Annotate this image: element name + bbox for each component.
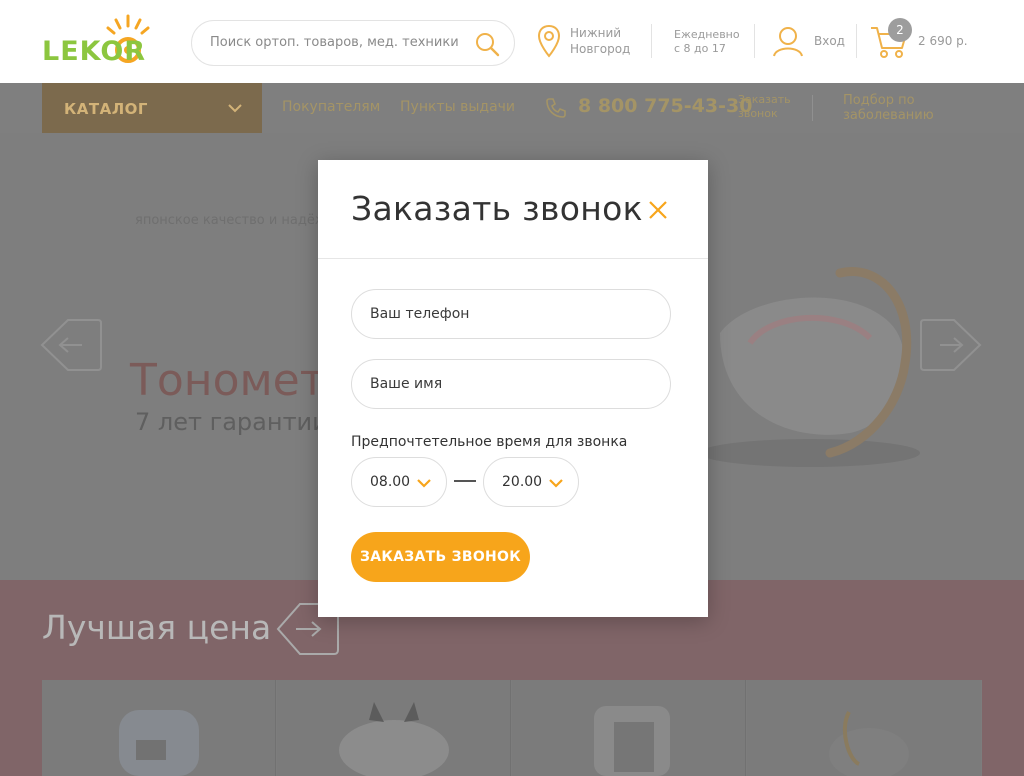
search-input[interactable]: Поиск ортоп. товаров, мед. техники [210,35,459,50]
site-header: LEKOR Поиск ортоп. товаров, мед. техники… [0,0,1024,83]
phone-icon [546,98,566,118]
name-field[interactable] [351,359,671,409]
hours-line-2: с 8 до 17 [674,42,726,55]
product-cards [42,680,982,776]
time-from-select[interactable]: 08.00 [351,457,447,507]
callback-line-1: Заказать [738,93,791,106]
time-from-value: 08.00 [370,474,411,490]
work-hours: Ежедневно с 8 до 17 [674,28,740,56]
pillow-toy-image [338,702,449,776]
time-to-select[interactable]: 20.00 [483,457,579,507]
catalog-button[interactable]: КАТАЛОГ [42,83,262,133]
chevron-down-icon [417,479,431,488]
divider [856,24,857,58]
search-box[interactable]: Поиск ортоп. товаров, мед. техники [191,20,515,66]
disease-selection-link[interactable]: Подбор по заболеванию [843,93,934,123]
login-link[interactable]: Вход [814,34,845,48]
callback-link[interactable]: Заказать звонок [738,93,791,121]
heart-rate-watch-image [118,710,199,776]
callback-modal: Заказать звонок Предпочтетельное время д… [318,160,708,617]
main-nav: КАТАЛОГ Покупателям Пункты выдачи 8 800 … [0,83,1024,133]
time-to-value: 20.00 [502,474,543,490]
chevron-down-icon [228,104,242,113]
product-card[interactable] [512,680,746,776]
city-selector[interactable]: Нижний Новгород [570,25,630,57]
divider [651,24,652,58]
product-card[interactable] [42,680,276,776]
banner-prev-arrow-icon[interactable] [40,319,102,371]
chevron-down-icon [549,479,563,488]
disease-line-2: заболеванию [843,108,934,123]
callback-line-2: звонок [738,107,778,120]
user-icon[interactable] [771,24,805,58]
logo-text: LEKOR [42,36,147,67]
product-card[interactable] [747,680,981,776]
nav-link-customers[interactable]: Покупателям [282,99,380,115]
search-icon[interactable] [474,31,500,57]
tonometer-image [593,706,670,776]
phone-number[interactable]: 8 800 775-43-30 [578,95,752,117]
phone-field[interactable] [351,289,671,339]
divider [754,24,755,58]
name-input[interactable] [352,360,670,408]
modal-header: Заказать звонок [318,160,708,259]
product-card[interactable] [277,680,511,776]
close-icon[interactable] [646,198,670,222]
disease-line-1: Подбор по [843,93,915,108]
banner-warranty: 7 лет гарантии [135,408,328,436]
time-range-dash [454,480,476,482]
submit-callback-button[interactable]: ЗАКАЗАТЬ ЗВОНОК [351,532,530,582]
best-price-title: Лучшая цена [42,608,272,647]
divider [812,95,813,121]
logo[interactable]: LEKOR [42,14,166,68]
cart-count-badge: 2 [888,18,912,42]
nav-link-pickup-points[interactable]: Пункты выдачи [400,99,515,115]
location-pin-icon[interactable] [537,24,561,58]
city-line-1: Нижний [570,26,622,40]
cart-total[interactable]: 2 690 р. [918,34,968,48]
time-label: Предпочтетельное время для звонка [351,434,628,450]
catalog-label: КАТАЛОГ [64,100,148,118]
city-line-2: Новгород [570,42,631,56]
modal-title: Заказать звонок [351,189,643,228]
hours-line-1: Ежедневно [674,28,740,41]
hearing-aid-image [829,711,909,776]
blood-pressure-monitor-image [700,267,920,467]
phone-input[interactable] [352,290,670,338]
